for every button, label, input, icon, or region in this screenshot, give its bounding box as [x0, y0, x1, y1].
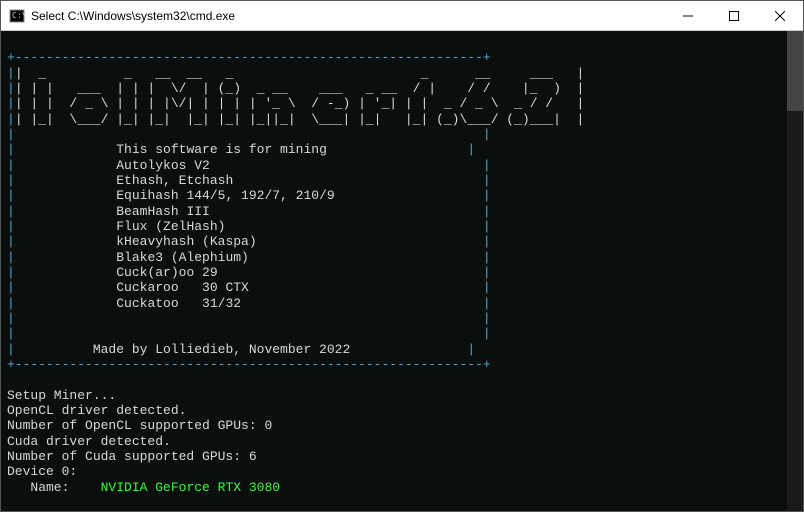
border-side: | — [7, 81, 15, 96]
border-side: | — [483, 296, 491, 311]
console-output[interactable]: +---------------------------------------… — [1, 31, 803, 511]
border-side: | — [483, 188, 491, 203]
algorithm-item: Cuckaroo 30 CTX — [116, 280, 249, 295]
border-side: | — [7, 250, 15, 265]
algorithm-item: Cuckatoo 31/32 — [116, 296, 241, 311]
border-side: | — [7, 311, 15, 326]
ascii-art-line: | |_| \___/ |_| |_| |_| |_| |_||_| \___|… — [15, 112, 585, 127]
algorithm-item: Ethash, Etchash — [116, 173, 233, 188]
software-info: This software is for mining — [116, 142, 327, 157]
border-side: | — [7, 265, 15, 280]
algorithm-item: BeamHash III — [116, 204, 210, 219]
border-side: | — [483, 204, 491, 219]
border-side: | — [483, 280, 491, 295]
border-side: | — [7, 219, 15, 234]
border-side: | — [7, 173, 15, 188]
border-side: | — [483, 311, 491, 326]
ascii-art-line: | | | ___ | | | \/ | (_) _ __ ___ _ __ /… — [15, 81, 585, 96]
border-side: | — [7, 112, 15, 127]
algorithm-item: Blake3 (Alephium) — [116, 250, 249, 265]
status-line: OpenCL driver detected. — [7, 403, 186, 418]
device-name-label: Name: — [7, 480, 101, 495]
border-side: | — [483, 173, 491, 188]
border-side: | — [7, 142, 15, 157]
algorithm-item: Equihash 144/5, 192/7, 210/9 — [116, 188, 334, 203]
border-side: | — [7, 326, 15, 341]
maximize-button[interactable] — [711, 1, 757, 30]
border-side: | — [483, 250, 491, 265]
window-controls — [665, 1, 803, 30]
status-line: Device 0: — [7, 464, 77, 479]
border-side: | — [7, 66, 15, 81]
border-side: | — [7, 96, 15, 111]
ascii-art-line: | | | / _ \ | | | |\/| | | | | '_ \ / -_… — [15, 96, 585, 111]
window-titlebar: C:\ Select C:\Windows\system32\cmd.exe — [1, 1, 803, 31]
border-side: | — [483, 326, 491, 341]
border-side: | — [483, 234, 491, 249]
border-side: | — [7, 158, 15, 173]
border-side: | — [483, 158, 491, 173]
border-bottom: +---------------------------------------… — [7, 357, 491, 372]
border-side: | — [7, 204, 15, 219]
border-side: | — [467, 342, 475, 357]
border-side: | — [483, 265, 491, 280]
window-title: Select C:\Windows\system32\cmd.exe — [31, 9, 665, 23]
close-button[interactable] — [757, 1, 803, 30]
status-line: Setup Miner... — [7, 388, 116, 403]
device-name-value: NVIDIA GeForce RTX 3080 — [101, 480, 280, 495]
status-line: Number of OpenCL supported GPUs: 0 — [7, 418, 272, 433]
border-side: | — [7, 280, 15, 295]
border-side: | — [483, 127, 491, 142]
minimize-button[interactable] — [665, 1, 711, 30]
made-by: Made by Lolliedieb, November 2022 — [93, 342, 350, 357]
border-side: | — [7, 342, 15, 357]
ascii-art-line: | _ _ __ __ _ _ __ ___ | — [15, 66, 585, 81]
border-side: | — [7, 234, 15, 249]
algorithm-item: kHeavyhash (Kaspa) — [116, 234, 256, 249]
scrollbar-thumb[interactable] — [787, 31, 803, 111]
border-side: | — [7, 296, 15, 311]
algorithm-item: Autolykos V2 — [116, 158, 210, 173]
border-side: | — [7, 188, 15, 203]
cmd-icon: C:\ — [9, 8, 25, 24]
status-line: Number of Cuda supported GPUs: 6 — [7, 449, 257, 464]
algorithm-item: Cuck(ar)oo 29 — [116, 265, 217, 280]
vertical-scrollbar[interactable] — [787, 31, 803, 511]
border-side: | — [483, 219, 491, 234]
svg-text:C:\: C:\ — [12, 11, 25, 20]
border-side: | — [467, 142, 475, 157]
algorithm-item: Flux (ZelHash) — [116, 219, 225, 234]
border-side: | — [7, 127, 15, 142]
status-line: Cuda driver detected. — [7, 434, 171, 449]
border-top: +---------------------------------------… — [7, 50, 491, 65]
